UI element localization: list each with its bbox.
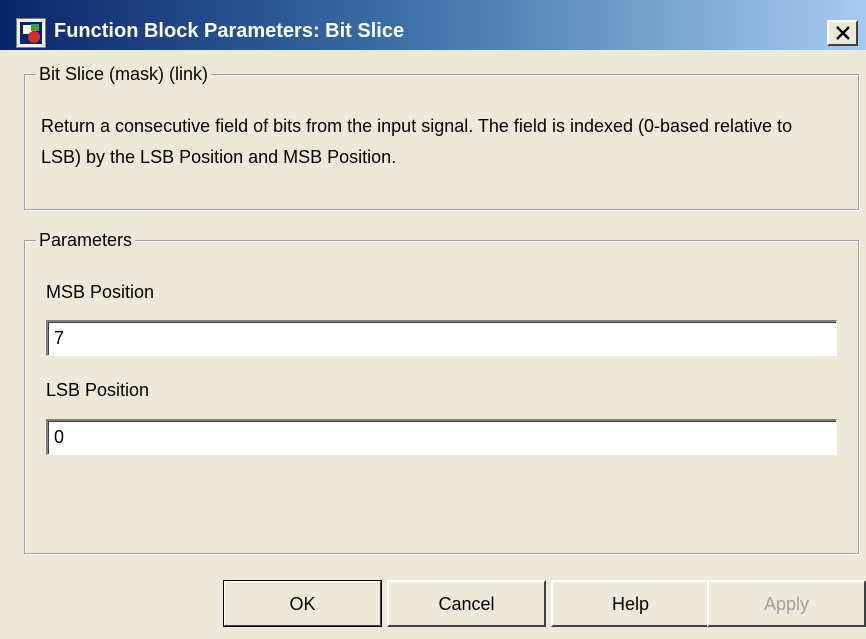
title-bar[interactable]: Function Block Parameters: Bit Slice (0, 0, 866, 50)
apply-button[interactable]: Apply (707, 580, 866, 627)
msb-position-label: MSB Position (46, 282, 155, 302)
simulink-block-icon (16, 18, 46, 48)
lsb-position-label: LSB Position (46, 380, 150, 400)
mask-group-legend: Bit Slice (mask) (link) (36, 63, 212, 85)
parameters-group-legend: Parameters (36, 229, 136, 251)
cancel-button[interactable]: Cancel (387, 580, 546, 627)
msb-position-input[interactable] (46, 320, 837, 356)
close-icon (836, 26, 850, 40)
lsb-position-input[interactable] (46, 419, 837, 455)
ok-button[interactable]: OK (223, 580, 382, 627)
window-title: Function Block Parameters: Bit Slice (54, 20, 405, 42)
dialog-window: Function Block Parameters: Bit Slice Bit… (0, 0, 866, 639)
close-button[interactable] (827, 20, 858, 46)
mask-description-text: Return a consecutive field of bits from … (41, 116, 793, 167)
help-button[interactable]: Help (551, 580, 710, 627)
